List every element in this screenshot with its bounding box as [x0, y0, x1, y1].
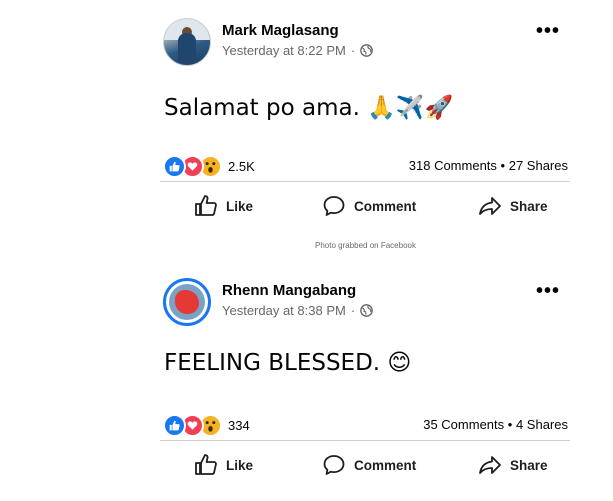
shares-count[interactable]: 27 Shares: [509, 158, 568, 173]
comments-count[interactable]: 35 Comments: [423, 417, 504, 432]
counts-separator: •: [500, 158, 506, 173]
share-icon: [479, 456, 501, 474]
post-header: Mark Maglasang Yesterday at 8:22 PM · ••…: [160, 14, 570, 74]
timestamp[interactable]: Yesterday at 8:22 PM: [222, 43, 346, 58]
comment-icon: [323, 196, 345, 216]
more-icon[interactable]: •••: [536, 20, 560, 43]
post-mark-maglasang: Mark Maglasang Yesterday at 8:22 PM · ••…: [160, 14, 570, 234]
like-label: Like: [226, 457, 254, 473]
comment-label: Comment: [354, 198, 417, 214]
meta-separator: ·: [350, 43, 356, 58]
post-meta: Yesterday at 8:38 PM ·: [222, 303, 374, 318]
photo-caption: Photo grabbed on Facebook: [315, 241, 416, 250]
action-bar: Like Comment Share: [160, 441, 570, 493]
globe-icon: [360, 304, 374, 317]
comment-button[interactable]: Comment: [322, 194, 416, 218]
shares-count[interactable]: 4 Shares: [516, 417, 568, 432]
reaction-count: 334: [228, 418, 250, 433]
share-button[interactable]: Share: [478, 453, 548, 477]
like-icon: [195, 195, 217, 216]
post-text: Salamat po ama. 🙏✈️🚀: [164, 95, 454, 121]
share-label: Share: [510, 457, 548, 473]
engagement-counts: 318 Comments • 27 Shares: [409, 158, 568, 173]
like-button[interactable]: Like: [194, 453, 253, 477]
comment-icon: [323, 455, 345, 475]
post-stats: 2.5K 318 Comments • 27 Shares: [160, 153, 570, 179]
comment-button[interactable]: Comment: [322, 453, 416, 477]
engagement-counts: 35 Comments • 4 Shares: [423, 417, 568, 432]
meta-separator: ·: [350, 303, 356, 318]
reactions-summary[interactable]: 334: [163, 414, 250, 437]
avatar[interactable]: [163, 278, 211, 326]
share-icon: [479, 197, 501, 215]
post-text: FEELING BLESSED. 😊: [164, 350, 412, 376]
more-icon[interactable]: •••: [536, 280, 560, 303]
comment-label: Comment: [354, 457, 417, 473]
action-bar: Like Comment Share: [160, 182, 570, 234]
comments-count[interactable]: 318 Comments: [409, 158, 497, 173]
post-rhenn-mangabang: Rhenn Mangabang Yesterday at 8:38 PM · •…: [160, 274, 570, 493]
like-button[interactable]: Like: [194, 194, 253, 218]
like-icon: [195, 454, 217, 475]
post-header: Rhenn Mangabang Yesterday at 8:38 PM · •…: [160, 274, 570, 334]
avatar[interactable]: [163, 18, 211, 66]
globe-icon: [360, 44, 374, 57]
author-name[interactable]: Mark Maglasang: [222, 22, 339, 39]
like-reaction-icon: [163, 155, 186, 178]
like-reaction-icon: [163, 414, 186, 437]
post-stats: 334 35 Comments • 4 Shares: [160, 412, 570, 438]
reactions-summary[interactable]: 2.5K: [163, 155, 255, 178]
timestamp[interactable]: Yesterday at 8:38 PM: [222, 303, 346, 318]
share-label: Share: [510, 198, 548, 214]
counts-separator: •: [507, 417, 513, 432]
author-name[interactable]: Rhenn Mangabang: [222, 282, 356, 299]
reaction-count: 2.5K: [228, 159, 255, 174]
post-meta: Yesterday at 8:22 PM ·: [222, 43, 374, 58]
like-label: Like: [226, 198, 254, 214]
share-button[interactable]: Share: [478, 194, 548, 218]
